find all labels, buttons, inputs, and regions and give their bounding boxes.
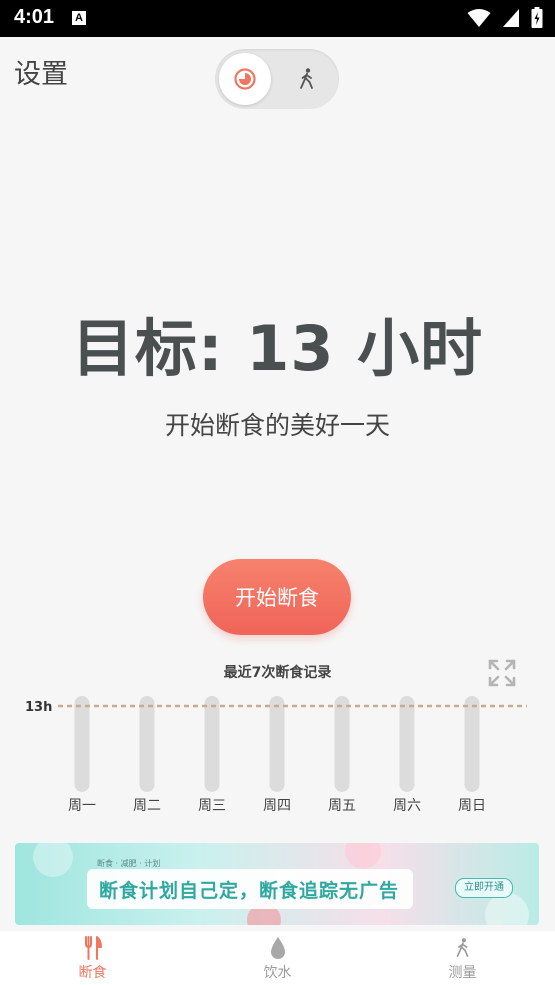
nav-label-measure: 测量 xyxy=(448,965,477,981)
bar-track xyxy=(139,696,155,792)
walk-mode-option[interactable] xyxy=(281,53,333,105)
history-chart: 周一 周二 周三 周四 周五 周六 周日 13h xyxy=(25,696,527,814)
ad-decoration xyxy=(345,843,381,869)
bottom-nav: 断食 饮水 测量 xyxy=(0,931,555,985)
fasting-mode-option[interactable] xyxy=(219,53,271,105)
wifi-icon xyxy=(467,9,491,27)
bar-track xyxy=(334,696,350,792)
battery-icon xyxy=(531,7,543,28)
nav-item-water[interactable]: 饮水 xyxy=(185,931,370,985)
status-icons xyxy=(461,7,543,29)
x-tick-label: 周六 xyxy=(393,798,421,814)
settings-link[interactable]: 设置 xyxy=(14,52,68,91)
x-tick-label: 周四 xyxy=(263,798,291,814)
nav-label-fasting: 断食 xyxy=(78,965,107,981)
x-tick-label: 周二 xyxy=(133,798,161,814)
status-time: 4:01 xyxy=(14,6,55,28)
walk-icon xyxy=(300,68,313,89)
ad-decoration xyxy=(33,843,73,877)
nav-label-water: 饮水 xyxy=(263,965,292,981)
expand-icon[interactable] xyxy=(487,658,517,688)
ad-headline: 断食计划自己定，断食追踪无广告 xyxy=(99,880,400,902)
bar-track xyxy=(399,696,415,792)
notification-icon: A xyxy=(72,11,86,25)
water-drop-icon xyxy=(270,937,285,959)
bar-track xyxy=(464,696,480,792)
ad-cta-button[interactable]: 立即开通 xyxy=(455,878,513,898)
target-label: 13h xyxy=(25,700,52,715)
nav-item-measure[interactable]: 测量 xyxy=(370,931,555,985)
goal-title: 目标: 13 小时 xyxy=(71,312,484,385)
clock-icon xyxy=(234,68,256,90)
signal-icon xyxy=(502,9,519,27)
bar-track xyxy=(74,696,90,792)
start-fasting-button[interactable]: 开始断食 xyxy=(203,559,351,635)
x-tick-label: 周五 xyxy=(328,798,356,814)
bar-track xyxy=(204,696,220,792)
status-bar: 4:01 A xyxy=(0,0,555,37)
goal-subtitle: 开始断食的美好一天 xyxy=(164,411,390,440)
mode-toggle[interactable] xyxy=(215,49,339,109)
walk-icon xyxy=(456,938,468,958)
x-tick-label: 周日 xyxy=(458,798,486,814)
x-tick-label: 周一 xyxy=(68,798,96,814)
fork-knife-icon xyxy=(84,936,102,960)
bar-track xyxy=(269,696,285,792)
history-title: 最近7次断食记录 xyxy=(223,665,332,681)
ad-tag: 断食 · 减肥 · 计划 xyxy=(97,859,161,868)
ad-banner[interactable]: 断食 · 减肥 · 计划 断食计划自己定，断食追踪无广告 立即开通 xyxy=(15,843,539,925)
x-tick-label: 周三 xyxy=(198,798,226,814)
nav-item-fasting[interactable]: 断食 xyxy=(0,931,185,985)
